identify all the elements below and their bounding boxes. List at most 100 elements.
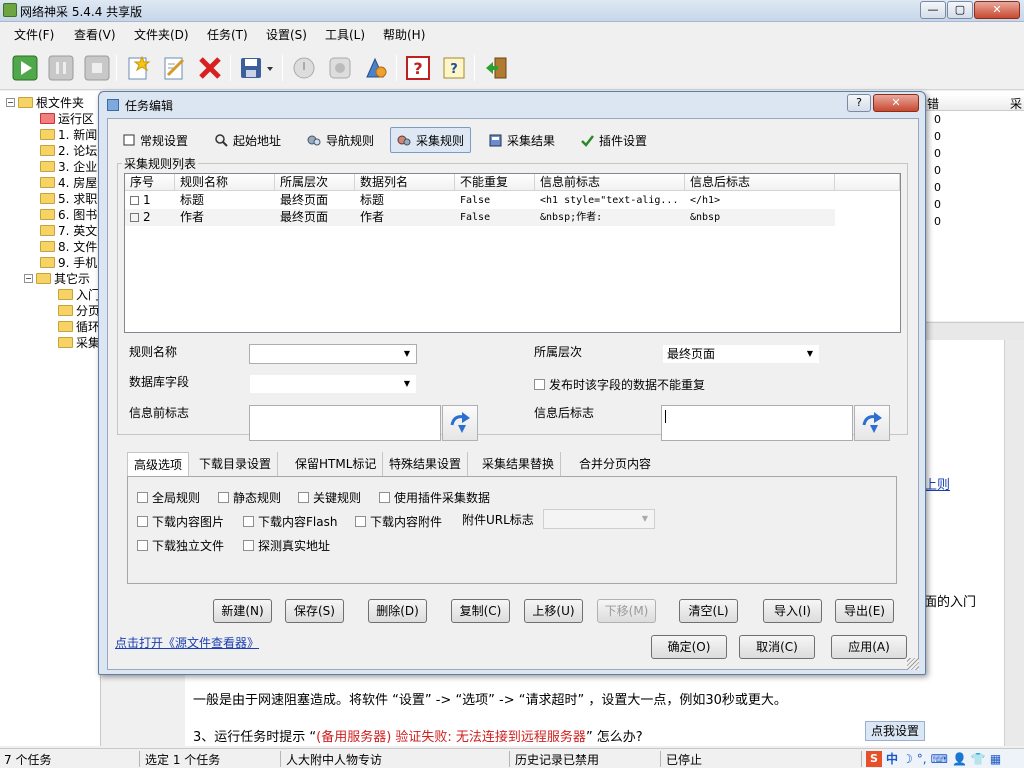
ok-button[interactable]: 确定(O) bbox=[651, 635, 727, 659]
chevron-down-icon[interactable]: ▼ bbox=[400, 377, 414, 391]
help-link[interactable]: 上则 bbox=[924, 474, 950, 493]
no-dup-checkbox[interactable]: 发布时该字段的数据不能重复 bbox=[534, 376, 705, 393]
subtab-result-replace[interactable]: 采集结果替换 bbox=[476, 452, 562, 476]
global-rule-checkbox[interactable]: 全局规则 bbox=[137, 489, 200, 506]
moon-icon[interactable]: ☽ bbox=[902, 752, 913, 766]
about-icon[interactable]: ? bbox=[439, 53, 469, 83]
sogou-icon[interactable]: S bbox=[866, 750, 882, 767]
close-button[interactable]: ✕ bbox=[974, 1, 1020, 19]
subtab-advanced[interactable]: 高级选项 bbox=[127, 452, 190, 476]
checkbox[interactable] bbox=[379, 492, 390, 503]
prefix-insert-button[interactable] bbox=[442, 405, 478, 441]
menu-settings[interactable]: 设置(S) bbox=[266, 26, 307, 43]
exit-icon[interactable] bbox=[481, 53, 511, 83]
new-rule-button[interactable]: 新建(N) bbox=[213, 599, 272, 623]
move-down-button[interactable]: 下移(M) bbox=[597, 599, 656, 623]
help-icon[interactable]: ? bbox=[403, 53, 433, 83]
attach-url-combo[interactable]: ▼ bbox=[543, 509, 655, 529]
tree-item[interactable]: 5. 求职 bbox=[40, 190, 97, 206]
static-rule-checkbox[interactable]: 静态规则 bbox=[218, 489, 281, 506]
export-button[interactable]: 导出(E) bbox=[835, 599, 894, 623]
click-settings-button[interactable]: 点我设置 bbox=[865, 721, 925, 741]
prefix-textarea[interactable] bbox=[249, 405, 441, 441]
edit-task-icon[interactable] bbox=[159, 53, 189, 83]
tree-item[interactable]: 9. 手机 bbox=[40, 254, 97, 270]
tree-item-other[interactable]: − 其它示 bbox=[24, 270, 90, 286]
col-header-unique[interactable]: 不能重复 bbox=[455, 174, 535, 191]
checkbox[interactable] bbox=[137, 516, 148, 527]
checkbox[interactable] bbox=[243, 516, 254, 527]
new-task-icon[interactable] bbox=[123, 53, 153, 83]
checkbox[interactable] bbox=[243, 540, 254, 551]
subtab-special-results[interactable]: 特殊结果设置 bbox=[383, 452, 469, 476]
tab-general[interactable]: 常规设置 bbox=[116, 127, 195, 153]
col-header-prefix[interactable]: 信息前标志 bbox=[535, 174, 685, 191]
tree-item[interactable]: 分页 bbox=[58, 302, 100, 318]
tree-item[interactable]: 7. 英文 bbox=[40, 222, 97, 238]
download-images-checkbox[interactable]: 下载内容图片 bbox=[137, 513, 224, 530]
suffix-textarea[interactable] bbox=[661, 405, 853, 441]
tree-item[interactable]: 1. 新闻 bbox=[40, 126, 97, 142]
menu-tools[interactable]: 工具(L) bbox=[325, 26, 365, 43]
collapse-icon[interactable]: − bbox=[6, 97, 15, 107]
checkbox[interactable] bbox=[137, 492, 148, 503]
tree-item[interactable]: 2. 论坛 bbox=[40, 142, 97, 158]
keyboard-icon[interactable]: ⌨ bbox=[931, 752, 948, 766]
level-combo[interactable]: 最终页面 ▼ bbox=[662, 344, 820, 364]
db-field-combo[interactable]: ▼ bbox=[249, 374, 417, 394]
disabled-icon-1[interactable] bbox=[289, 53, 319, 83]
tree-item[interactable]: 运行区 bbox=[40, 110, 94, 126]
ime-chinese-label[interactable]: 中 bbox=[886, 750, 898, 767]
user-icon[interactable]: 👤 bbox=[952, 752, 967, 766]
play-icon[interactable] bbox=[10, 53, 40, 83]
delete-task-icon[interactable] bbox=[195, 53, 225, 83]
table-row[interactable]: 2 作者 最终页面 作者 False &nbsp;作者: &nbsp bbox=[125, 209, 835, 226]
menu-help[interactable]: 帮助(H) bbox=[383, 26, 425, 43]
import-button[interactable]: 导入(I) bbox=[763, 599, 822, 623]
grid-icon[interactable]: ▦ bbox=[990, 752, 1001, 766]
tree-item[interactable]: 8. 文件 bbox=[40, 238, 97, 254]
suffix-insert-button[interactable] bbox=[854, 405, 890, 441]
download-standalone-checkbox[interactable]: 下载独立文件 bbox=[137, 537, 224, 554]
col-header-no[interactable]: 序号 bbox=[125, 174, 175, 191]
settings-wizard-icon[interactable] bbox=[361, 53, 391, 83]
subtab-merge-pages[interactable]: 合并分页内容 bbox=[573, 452, 657, 476]
pause-icon[interactable] bbox=[46, 53, 76, 83]
save-rule-button[interactable]: 保存(S) bbox=[285, 599, 344, 623]
table-row[interactable]: 1 标题 最终页面 标题 False <h1 style="text-alig.… bbox=[125, 192, 835, 209]
menu-task[interactable]: 任务(T) bbox=[207, 26, 248, 43]
checkbox[interactable] bbox=[218, 492, 229, 503]
tree-item[interactable]: 6. 图书 bbox=[40, 206, 97, 222]
dialog-close-button[interactable]: ✕ bbox=[873, 94, 919, 112]
dialog-help-button[interactable]: ? bbox=[847, 94, 871, 112]
tab-start-address[interactable]: 起始地址 bbox=[208, 127, 288, 153]
copy-rule-button[interactable]: 复制(C) bbox=[451, 599, 510, 623]
tree-root[interactable]: − 根文件夹 bbox=[6, 94, 84, 110]
chevron-down-icon[interactable]: ▼ bbox=[400, 347, 414, 361]
tree-item[interactable]: 3. 企业 bbox=[40, 158, 97, 174]
disabled-icon-2[interactable] bbox=[325, 53, 355, 83]
tab-navigation[interactable]: 导航规则 bbox=[300, 127, 381, 153]
tab-plugin-settings[interactable]: 插件设置 bbox=[574, 127, 654, 153]
cancel-button[interactable]: 取消(C) bbox=[739, 635, 815, 659]
vertical-scrollbar[interactable] bbox=[1004, 340, 1024, 746]
tree-item[interactable]: 4. 房屋 bbox=[40, 174, 97, 190]
maximize-button[interactable]: ▢ bbox=[947, 1, 973, 19]
tab-collect-results[interactable]: 采集结果 bbox=[482, 127, 562, 153]
save-icon[interactable] bbox=[237, 53, 277, 83]
tree-item[interactable]: 入门 bbox=[58, 286, 100, 302]
shirt-icon[interactable]: 👕 bbox=[971, 752, 986, 766]
tree-item[interactable]: 循环 bbox=[58, 318, 100, 334]
apply-button[interactable]: 应用(A) bbox=[831, 635, 907, 659]
checkbox[interactable] bbox=[298, 492, 309, 503]
collapse-icon[interactable]: − bbox=[24, 273, 33, 283]
resize-grip[interactable] bbox=[907, 658, 919, 670]
chevron-down-icon[interactable]: ▼ bbox=[803, 347, 817, 361]
source-viewer-link[interactable]: 点击打开《源文件查看器》 bbox=[115, 634, 259, 651]
checkbox[interactable] bbox=[137, 540, 148, 551]
col-header-column[interactable]: 数据列名 bbox=[355, 174, 455, 191]
key-rule-checkbox[interactable]: 关键规则 bbox=[298, 489, 361, 506]
use-plugin-checkbox[interactable]: 使用插件采集数据 bbox=[379, 489, 490, 506]
clear-button[interactable]: 清空(L) bbox=[679, 599, 738, 623]
col-header-name[interactable]: 规则名称 bbox=[175, 174, 275, 191]
